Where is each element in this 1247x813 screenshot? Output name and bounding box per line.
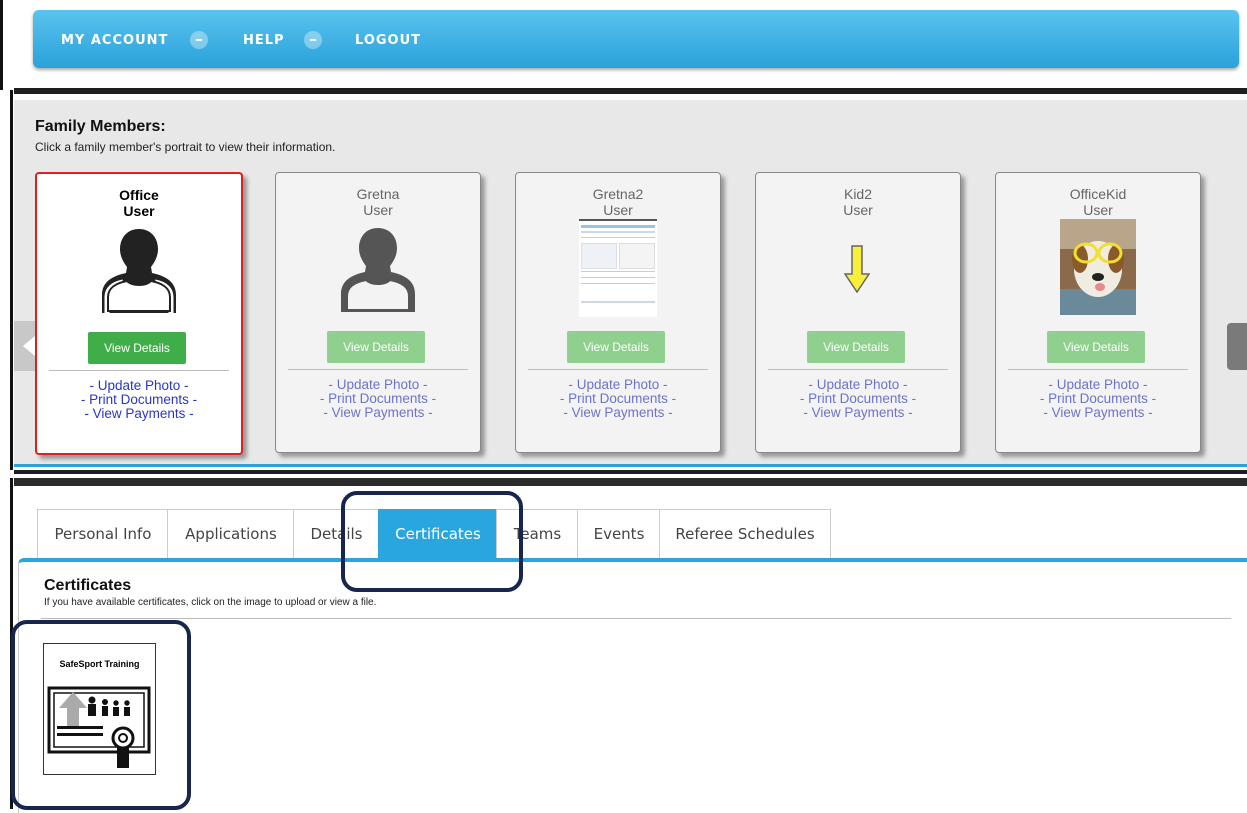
member-card-office[interactable]: Office User View Details - Update Photo -… — [35, 172, 243, 455]
member-links: - Update Photo - - Print Documents - - V… — [756, 378, 960, 420]
view-details-button[interactable]: View Details — [327, 331, 425, 363]
certificates-title: Certificates — [44, 577, 132, 594]
scroll-right-arrow[interactable] — [1227, 323, 1247, 370]
page-edge — [0, 0, 3, 90]
update-photo-link[interactable]: - Update Photo - — [756, 378, 960, 392]
member-card-officekid[interactable]: OfficeKid User View Details - Update Phot… — [995, 172, 1201, 453]
member-card-kid2[interactable]: Kid2 User View Details - Update Photo - -… — [755, 172, 961, 453]
family-title: Family Members: — [35, 118, 166, 135]
tab-referee-schedules[interactable]: Referee Schedules — [659, 509, 831, 559]
tab-applications[interactable]: Applications — [167, 509, 295, 559]
tab-content-panel: Certificates If you have available certi… — [18, 558, 1247, 813]
card-divider — [49, 370, 229, 371]
certificates-subtitle: If you have available certificates, clic… — [44, 597, 377, 608]
print-documents-link[interactable]: - Print Documents - — [996, 392, 1200, 406]
family-subtitle: Click a family member's portrait to view… — [35, 140, 336, 154]
view-payments-link[interactable]: - View Payments - — [516, 406, 720, 420]
annotation-highlight-certificate — [11, 620, 191, 810]
update-photo-link[interactable]: - Update Photo - — [996, 378, 1200, 392]
view-payments-link[interactable]: - View Payments - — [756, 406, 960, 420]
update-photo-link[interactable]: - Update Photo - — [516, 378, 720, 392]
screenshot-thumbnail-image — [579, 219, 657, 317]
view-details-button[interactable]: View Details — [88, 332, 186, 364]
member-links: - Update Photo - - Print Documents - - V… — [276, 378, 480, 420]
nav-help[interactable]: HELP — [243, 33, 285, 48]
card-divider — [1008, 369, 1188, 370]
update-photo-link[interactable]: - Update Photo - — [276, 378, 480, 392]
member-card-gretna2[interactable]: Gretna2 User View Details - Update Photo … — [515, 172, 721, 453]
member-name: Gretna2 User — [592, 186, 644, 218]
separator-bar-lower — [14, 470, 1247, 474]
tab-personal-info[interactable]: Personal Info — [37, 509, 169, 559]
nav-logout[interactable]: LOGOUT — [355, 33, 421, 48]
update-photo-link[interactable]: - Update Photo - — [37, 379, 241, 393]
help-dropdown-icon[interactable] — [304, 31, 322, 49]
member-card-gretna[interactable]: Gretna User View Details - Update Photo -… — [275, 172, 481, 453]
avatar-silhouette-icon — [341, 228, 415, 312]
separator-bar — [14, 88, 1247, 94]
avatar-silhouette-icon — [102, 229, 176, 313]
member-links: - Update Photo - - Print Documents - - V… — [516, 378, 720, 420]
member-links: - Update Photo - - Print Documents - - V… — [996, 378, 1200, 420]
annotation-highlight-tab — [341, 491, 523, 592]
print-documents-link[interactable]: - Print Documents - — [37, 393, 241, 407]
card-divider — [768, 369, 948, 370]
tab-events[interactable]: Events — [577, 509, 661, 559]
top-nav-bar: MY ACCOUNT HELP LOGOUT — [33, 10, 1239, 68]
member-links: - Update Photo - - Print Documents - - V… — [37, 379, 241, 421]
view-details-button[interactable]: View Details — [807, 331, 905, 363]
down-arrow-icon — [844, 245, 870, 293]
card-divider — [528, 369, 708, 370]
print-documents-link[interactable]: - Print Documents - — [756, 392, 960, 406]
view-payments-link[interactable]: - View Payments - — [37, 407, 241, 421]
member-name: Kid2 User — [843, 186, 873, 218]
view-details-button[interactable]: View Details — [1047, 331, 1145, 363]
panel-bottom-border — [14, 464, 1247, 467]
view-payments-link[interactable]: - View Payments - — [276, 406, 480, 420]
content-divider — [41, 618, 1231, 619]
panel-edge — [10, 90, 13, 470]
my-account-dropdown-icon[interactable] — [190, 31, 208, 49]
view-payments-link[interactable]: - View Payments - — [996, 406, 1200, 420]
print-documents-link[interactable]: - Print Documents - — [276, 392, 480, 406]
member-name: Office User — [119, 187, 159, 219]
member-name: Gretna User — [356, 186, 400, 218]
print-documents-link[interactable]: - Print Documents - — [516, 392, 720, 406]
dog-photo-image — [1060, 219, 1136, 315]
nav-my-account[interactable]: MY ACCOUNT — [61, 33, 168, 48]
member-name: OfficeKid User — [1069, 186, 1127, 218]
separator-bar-lower-2 — [14, 478, 1247, 486]
card-divider — [288, 369, 468, 370]
view-details-button[interactable]: View Details — [567, 331, 665, 363]
